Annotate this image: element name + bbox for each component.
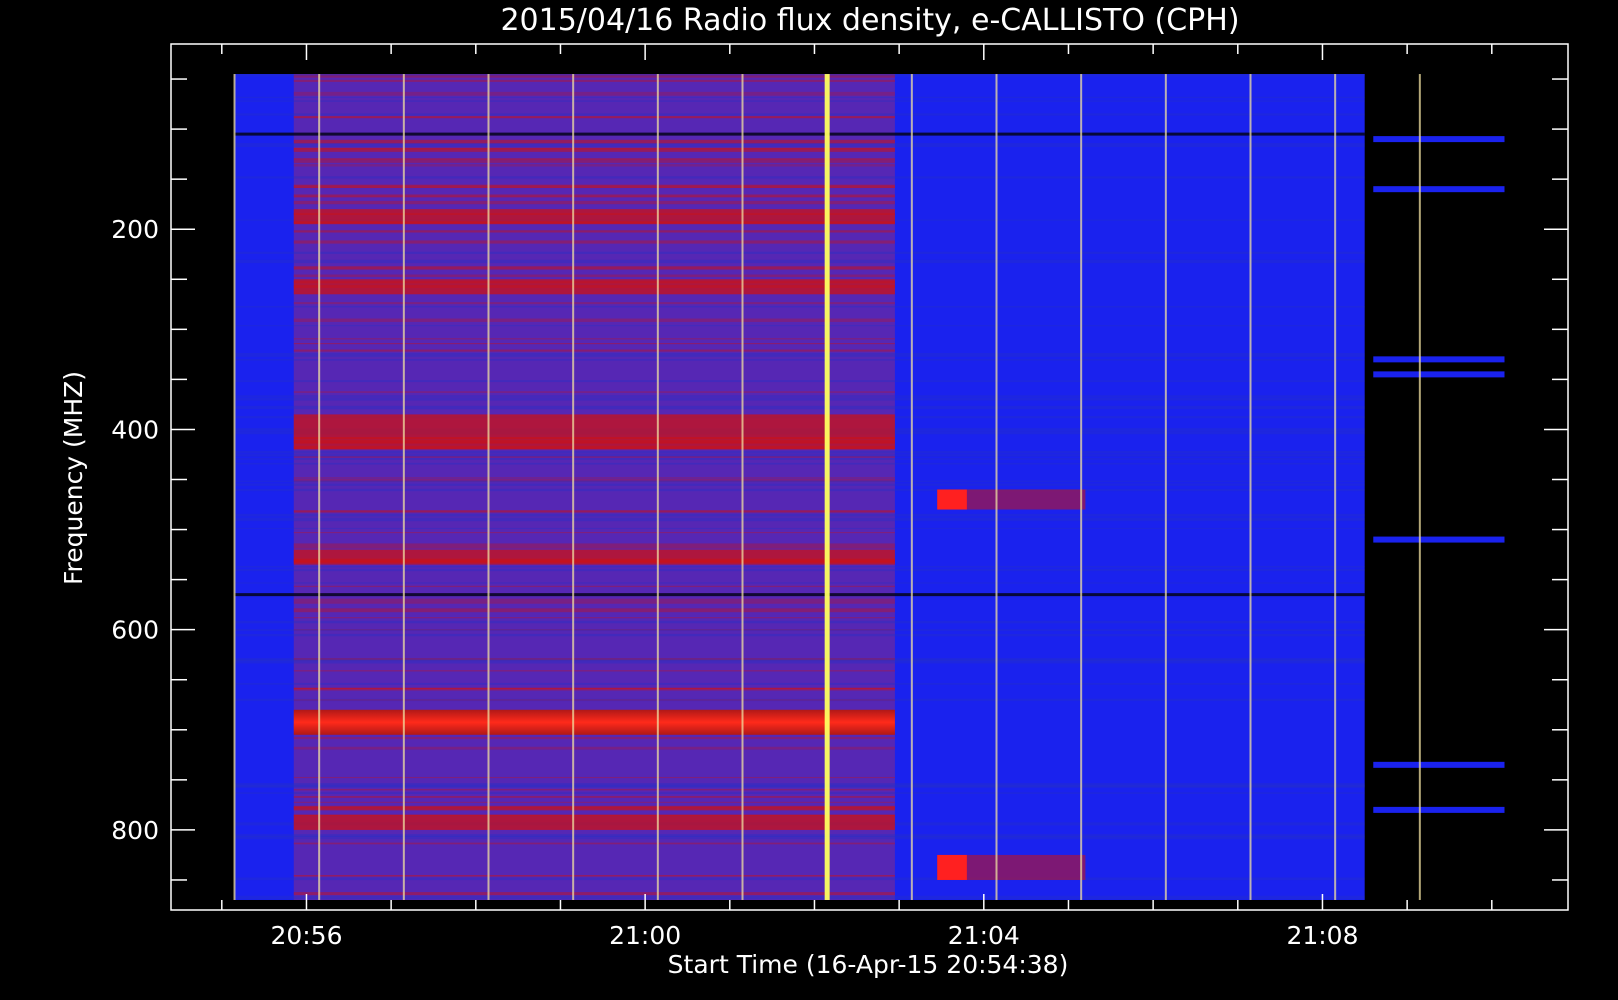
y-axis-label: Frequency (MHZ) bbox=[59, 371, 88, 585]
noise-streak bbox=[293, 158, 895, 161]
noise-streak bbox=[293, 343, 895, 345]
spectrogram-chart: 2015/04/16 Radio flux density, e-CALLIST… bbox=[59, 3, 1569, 979]
noise-streak bbox=[293, 670, 895, 672]
vertical-spike bbox=[656, 74, 659, 900]
noise-streak bbox=[293, 160, 895, 163]
noise-streak bbox=[293, 807, 895, 810]
y-tick-label: 800 bbox=[111, 816, 159, 845]
spectrogram-image bbox=[233, 74, 1505, 900]
noise-streak bbox=[293, 349, 895, 352]
vertical-spike bbox=[1418, 74, 1421, 900]
noise-streak bbox=[293, 608, 895, 613]
noise-streak bbox=[293, 801, 895, 804]
y-tick-label: 200 bbox=[111, 215, 159, 244]
noise-streak bbox=[293, 892, 895, 896]
x-tick-label: 21:08 bbox=[1286, 921, 1358, 950]
noise-streak bbox=[293, 195, 895, 198]
vertical-spike bbox=[995, 74, 998, 900]
noise-streak bbox=[293, 736, 895, 740]
noise-streak bbox=[293, 746, 895, 750]
noise-streak bbox=[293, 302, 895, 305]
y-tick-label: 400 bbox=[111, 415, 159, 444]
noise-streak bbox=[293, 510, 895, 513]
vertical-spike bbox=[1080, 74, 1083, 900]
x-tick-label: 20:56 bbox=[270, 921, 342, 950]
noise-streak bbox=[293, 391, 895, 393]
elevated-region bbox=[293, 74, 895, 900]
vertical-spike bbox=[233, 74, 236, 900]
vertical-spike bbox=[402, 74, 405, 900]
burst-core bbox=[937, 489, 967, 510]
late-band bbox=[1373, 136, 1505, 143]
data-gap bbox=[1364, 74, 1374, 900]
vertical-spike bbox=[487, 74, 490, 900]
noise-streak bbox=[293, 532, 895, 534]
noise-streak bbox=[293, 601, 895, 604]
late-band bbox=[1373, 371, 1505, 378]
noise-streak bbox=[293, 617, 895, 619]
chart-title: 2015/04/16 Radio flux density, e-CALLIST… bbox=[500, 3, 1239, 38]
noise-streak bbox=[293, 164, 895, 167]
noise-streak bbox=[293, 274, 895, 278]
vertical-spike bbox=[824, 74, 830, 900]
noise-streak bbox=[293, 796, 895, 798]
vertical-spike bbox=[910, 74, 913, 900]
red-band bbox=[293, 709, 895, 735]
late-band bbox=[1373, 356, 1505, 363]
noise-streak bbox=[293, 598, 895, 603]
x-tick-label: 21:04 bbox=[948, 921, 1020, 950]
noise-streak bbox=[293, 91, 895, 96]
late-band bbox=[1373, 806, 1505, 813]
red-band bbox=[293, 814, 895, 830]
x-tick-label: 21:00 bbox=[609, 921, 681, 950]
vertical-spike bbox=[318, 74, 321, 900]
noise-streak bbox=[293, 842, 895, 845]
red-band bbox=[293, 414, 895, 450]
noise-streak bbox=[293, 240, 895, 244]
red-band bbox=[293, 279, 895, 295]
noise-streak bbox=[293, 658, 895, 660]
late-band bbox=[1373, 536, 1505, 543]
noise-streak bbox=[293, 200, 895, 205]
burst-core bbox=[937, 854, 967, 880]
vertical-spike bbox=[1164, 74, 1167, 900]
red-band bbox=[293, 209, 895, 225]
late-band bbox=[1373, 186, 1505, 193]
vertical-spike bbox=[741, 74, 744, 900]
noise-streak bbox=[293, 477, 895, 479]
late-band bbox=[1373, 761, 1505, 768]
noise-streak bbox=[293, 585, 895, 588]
noise-streak bbox=[293, 699, 895, 701]
noise-streak bbox=[293, 338, 895, 340]
noise-streak bbox=[293, 789, 895, 791]
noise-streak bbox=[293, 544, 895, 549]
noise-streak bbox=[293, 147, 895, 150]
vertical-spike bbox=[1249, 74, 1252, 900]
y-tick-label: 600 bbox=[111, 616, 159, 645]
noise-streak bbox=[293, 139, 895, 144]
noise-streak bbox=[293, 266, 895, 270]
noise-streak bbox=[293, 776, 895, 779]
x-axis-label: Start Time (16-Apr-15 20:54:38) bbox=[668, 950, 1069, 979]
noise-streak bbox=[293, 318, 895, 322]
noise-streak bbox=[293, 79, 895, 82]
noise-streak bbox=[293, 230, 895, 233]
noise-streak bbox=[293, 184, 895, 188]
vertical-spike bbox=[572, 74, 575, 900]
noise-streak bbox=[293, 543, 895, 545]
noise-streak bbox=[293, 875, 895, 877]
noise-streak bbox=[293, 687, 895, 691]
vertical-spike bbox=[1334, 74, 1337, 900]
red-band bbox=[293, 549, 895, 565]
noise-streak bbox=[293, 116, 895, 119]
